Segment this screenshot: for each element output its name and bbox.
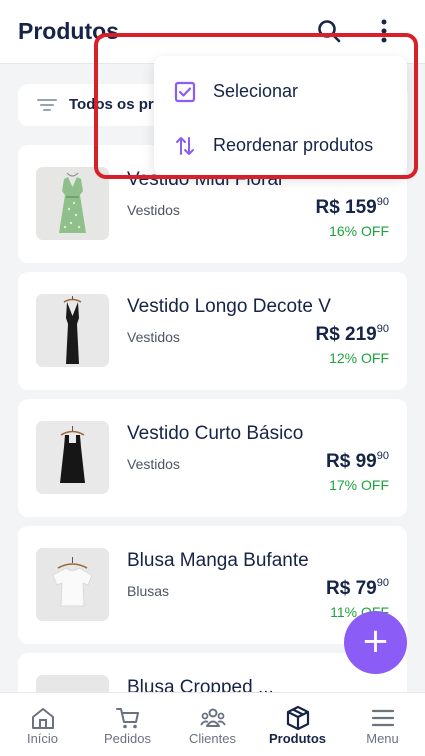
menu-item-select[interactable]: Selecionar — [154, 66, 407, 118]
product-category: Vestidos — [127, 329, 180, 345]
home-icon — [32, 708, 54, 729]
filter-label: Todos os pro — [69, 96, 163, 113]
menu-item-label: Reordenar produtos — [213, 135, 374, 155]
cart-icon — [116, 708, 139, 729]
product-image — [36, 421, 109, 494]
product-card[interactable]: Vestido Curto Básico Vestidos R$ 9990 17… — [18, 399, 407, 517]
product-price: R$ 9990 — [326, 450, 389, 472]
product-name: Blusa Manga Bufante — [127, 550, 309, 571]
nav-label: Início — [26, 731, 59, 746]
green-dress-image — [36, 167, 109, 240]
white-blouse-image — [36, 548, 109, 621]
nav-item-menu[interactable]: Menu — [340, 693, 425, 756]
nav-label: Menu — [366, 731, 399, 746]
black-short-dress-image — [36, 421, 109, 494]
menu-item-reorder[interactable]: Reordenar produtos — [154, 120, 407, 172]
add-product-button[interactable]: + — [344, 611, 407, 674]
options-menu: Selecionar Reordenar produtos — [154, 56, 407, 176]
product-price: R$ 21990 — [315, 323, 389, 345]
sort-arrows-icon — [176, 137, 194, 155]
box-icon — [286, 705, 310, 731]
clients-icon — [200, 708, 226, 727]
product-discount: 17% OFF — [329, 477, 389, 493]
page-title: Produtos — [18, 18, 119, 44]
product-card[interactable]: Vestido Longo Decote V Vestidos R$ 21990… — [18, 272, 407, 390]
black-long-dress-image — [36, 294, 109, 367]
product-category: Blusas — [127, 583, 170, 599]
more-options-icon[interactable] — [374, 18, 394, 44]
product-image — [36, 294, 109, 367]
product-discount: 16% OFF — [329, 223, 389, 239]
product-image — [36, 167, 109, 240]
search-icon[interactable] — [316, 18, 342, 44]
checkbox-checked-icon — [174, 81, 196, 103]
nav-item-inicio[interactable]: Início — [0, 693, 85, 756]
menu-item-label: Selecionar — [213, 81, 299, 101]
product-price: R$ 15990 — [315, 196, 389, 218]
product-category: Vestidos — [127, 456, 180, 472]
product-price: R$ 7990 — [326, 577, 389, 599]
bottom-navigation: Início Pedidos Clientes Produtos Menu — [0, 692, 425, 756]
product-category: Vestidos — [127, 202, 180, 218]
nav-item-clientes[interactable]: Clientes — [170, 693, 255, 756]
nav-item-pedidos[interactable]: Pedidos — [85, 693, 170, 756]
product-image — [36, 548, 109, 621]
product-discount: 12% OFF — [329, 350, 389, 366]
app-header: Produtos — [0, 0, 425, 64]
hamburger-icon — [371, 709, 395, 727]
nav-item-produtos[interactable]: Produtos — [255, 693, 340, 756]
nav-label: Produtos — [268, 731, 327, 746]
product-name: Vestido Longo Decote V — [127, 296, 331, 317]
nav-label: Clientes — [189, 731, 236, 746]
filter-icon — [37, 99, 57, 111]
product-name: Vestido Curto Básico — [127, 423, 304, 444]
nav-label: Pedidos — [104, 731, 151, 746]
